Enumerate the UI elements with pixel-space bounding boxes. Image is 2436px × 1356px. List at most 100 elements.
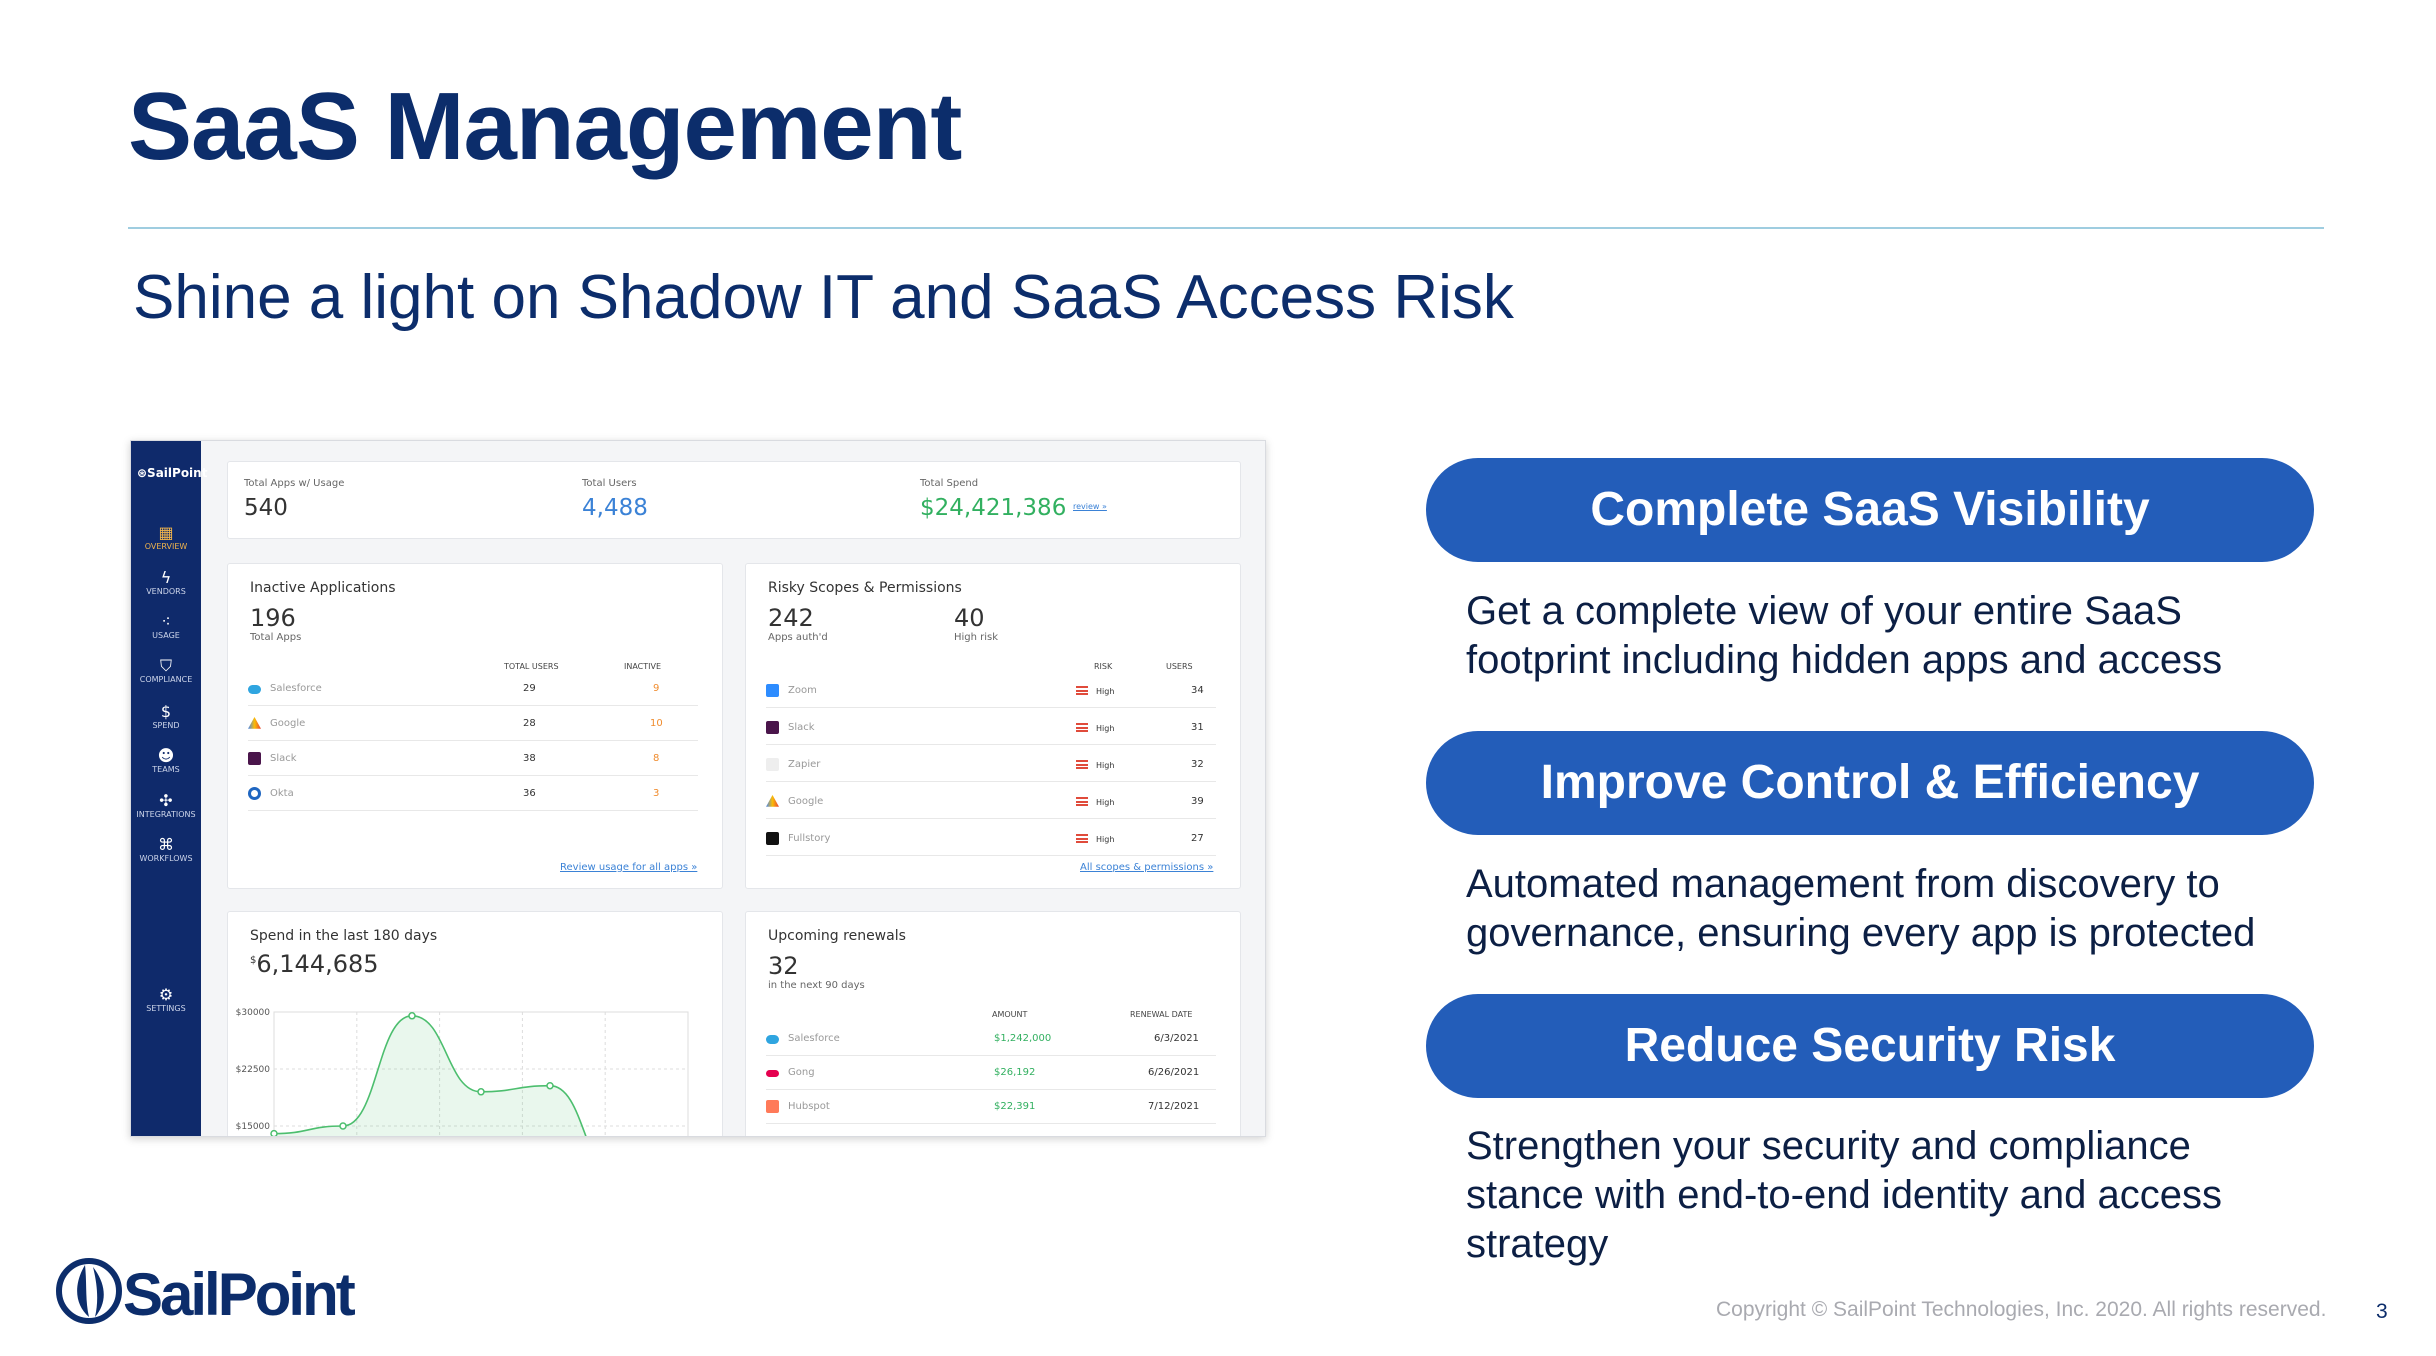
nav-label: OVERVIEW <box>144 542 188 551</box>
app-name: Gong <box>788 1067 815 1078</box>
app-name: Fullstory <box>788 833 831 844</box>
users-value: 32 <box>1191 759 1204 770</box>
table-row[interactable]: Okta 36 3 <box>248 777 698 811</box>
spend-point[interactable] <box>339 1122 347 1130</box>
table-row[interactable]: Google 28 10 <box>248 707 698 741</box>
spend-amount: 6,144,685 <box>256 950 379 978</box>
logo-text: SailPoint <box>123 1261 356 1328</box>
shield-icon: ⛉ <box>159 656 172 675</box>
y-tick-label: $15000 <box>236 1122 271 1132</box>
nav-label: SPEND <box>152 721 180 730</box>
risk-icon <box>1076 686 1088 695</box>
sailpoint-logo: SailPoint <box>55 1255 405 1328</box>
apps-value: 540 <box>244 495 288 521</box>
risk-icon <box>1076 723 1088 732</box>
spend-point[interactable] <box>546 1081 554 1090</box>
nav-compliance[interactable]: ⛉ COMPLIANCE <box>131 656 201 685</box>
salesforce-icon <box>766 1035 779 1044</box>
app-name: Salesforce <box>270 683 322 694</box>
table-row[interactable]: Slack High 31 <box>766 711 1216 745</box>
inactive-value: 10 <box>650 718 663 729</box>
feature-pill-risk: Reduce Security Risk <box>1426 994 2314 1098</box>
users-value: 31 <box>1191 722 1204 733</box>
amount-value: $22,391 <box>994 1101 1036 1112</box>
dashboard-sidebar: ⊛SailPoint ▦ OVERVIEW ϟ VENDORS ⁖ USAGE ⛉ CO… <box>131 441 207 1136</box>
high-risk-count: 40 <box>954 604 985 632</box>
command-icon: ⌘ <box>158 835 174 854</box>
users-value: 4,488 <box>582 495 648 521</box>
grid-icon: ▦ <box>158 523 174 542</box>
card-title: Upcoming renewals <box>768 928 906 944</box>
slack-icon <box>766 721 779 734</box>
spend-point[interactable] <box>270 1129 278 1137</box>
nav-label: USAGE <box>152 631 180 640</box>
renewals-count-label: in the next 90 days <box>768 980 865 991</box>
inactive-value: 8 <box>653 753 660 764</box>
spend-value: $24,421,386 <box>920 495 1067 521</box>
col-risk: RISK <box>1094 662 1113 671</box>
risk-value: High <box>1096 761 1115 770</box>
spend-label: Total Spend <box>920 478 979 489</box>
risk-value: High <box>1096 687 1115 696</box>
nav-label: INTEGRATIONS <box>136 810 196 819</box>
table-row[interactable]: Salesforce 29 9 <box>248 672 698 706</box>
spend-area <box>274 1015 586 1136</box>
nav-overview[interactable]: ▦ OVERVIEW <box>131 523 201 552</box>
nav-settings[interactable]: ⚙ SETTINGS <box>131 985 201 1014</box>
google-icon <box>766 795 779 807</box>
nav-label: COMPLIANCE <box>139 675 193 684</box>
feature-desc-control: Automated management from discovery to g… <box>1466 862 2256 955</box>
col-amount: AMOUNT <box>992 1010 1028 1019</box>
spend-total: $6,144,685 <box>250 950 379 978</box>
table-row[interactable]: Zapier High 32 <box>766 748 1216 782</box>
renewals-count: 32 <box>768 952 799 980</box>
nav-teams[interactable]: ☻ TEAMS <box>131 746 201 775</box>
users-icon: ☻ <box>157 746 175 765</box>
fullstory-icon <box>766 832 779 845</box>
inactive-value: 3 <box>653 788 660 799</box>
review-link[interactable]: review » <box>1073 502 1107 511</box>
card-title: Spend in the last 180 days <box>250 928 438 944</box>
app-name: Okta <box>270 788 294 799</box>
apps-authd-label: Apps auth'd <box>768 632 828 643</box>
col-renewal-date: RENEWAL DATE <box>1130 1010 1193 1019</box>
inactive-apps-card: Inactive Applications 196 Total Apps TOT… <box>227 563 723 889</box>
spend-point[interactable] <box>408 1012 416 1020</box>
review-usage-link[interactable]: Review usage for all apps » <box>560 862 697 873</box>
table-row[interactable]: Google High 39 <box>766 785 1216 819</box>
table-row[interactable]: Gong $26,192 6/26/2021 <box>766 1056 1216 1090</box>
feature-desc-visibility: Get a complete view of your entire SaaS … <box>1466 589 2223 682</box>
table-row[interactable]: Fullstory High 27 <box>766 822 1216 856</box>
risk-value: High <box>1096 835 1115 844</box>
google-icon <box>248 717 261 729</box>
nav-spend[interactable]: $ SPEND <box>131 702 201 731</box>
users-value: 28 <box>523 718 536 729</box>
dashboard-screenshot: ⊛SailPoint ▦ OVERVIEW ϟ VENDORS ⁖ USAGE ⛉ CO… <box>130 440 1266 1137</box>
app-name: Google <box>788 796 824 807</box>
puzzle-icon: ✣ <box>159 791 173 810</box>
table-row[interactable]: Slack 38 8 <box>248 742 698 776</box>
slide: SaaS Management Shine a light on Shadow … <box>0 0 2436 1356</box>
summary-card: Total Apps w/ Usage 540 Total Users 4,48… <box>227 461 1241 539</box>
risk-value: High <box>1096 798 1115 807</box>
nav-integrations[interactable]: ✣ INTEGRATIONS <box>131 791 201 820</box>
table-row[interactable]: Salesforce $1,242,000 6/3/2021 <box>766 1022 1216 1056</box>
page-number: 3 <box>2376 1300 2388 1323</box>
amount-value: $26,192 <box>994 1067 1036 1078</box>
col-inactive: INACTIVE <box>624 662 662 671</box>
nav-label: VENDORS <box>146 587 186 596</box>
risky-scopes-card: Risky Scopes & Permissions 242 Apps auth… <box>745 563 1241 889</box>
inactive-count-label: Total Apps <box>250 632 302 643</box>
nav-workflows[interactable]: ⌘ WORKFLOWS <box>131 835 201 864</box>
gear-icon: ⚙ <box>158 985 174 1004</box>
spend-point[interactable] <box>477 1088 485 1096</box>
feature-desc-risk: Strengthen your security and compliance … <box>1466 1124 2222 1266</box>
okta-icon <box>248 787 261 800</box>
nav-usage[interactable]: ⁖ USAGE <box>131 613 201 641</box>
all-scopes-link[interactable]: All scopes & permissions » <box>1080 862 1213 873</box>
table-row[interactable]: Hubspot $22,391 7/12/2021 <box>766 1090 1216 1124</box>
table-row[interactable]: Zoom High 34 <box>766 674 1216 708</box>
dollar-icon: $ <box>160 702 172 721</box>
users-value: 36 <box>523 788 536 799</box>
nav-vendors[interactable]: ϟ VENDORS <box>131 569 201 597</box>
